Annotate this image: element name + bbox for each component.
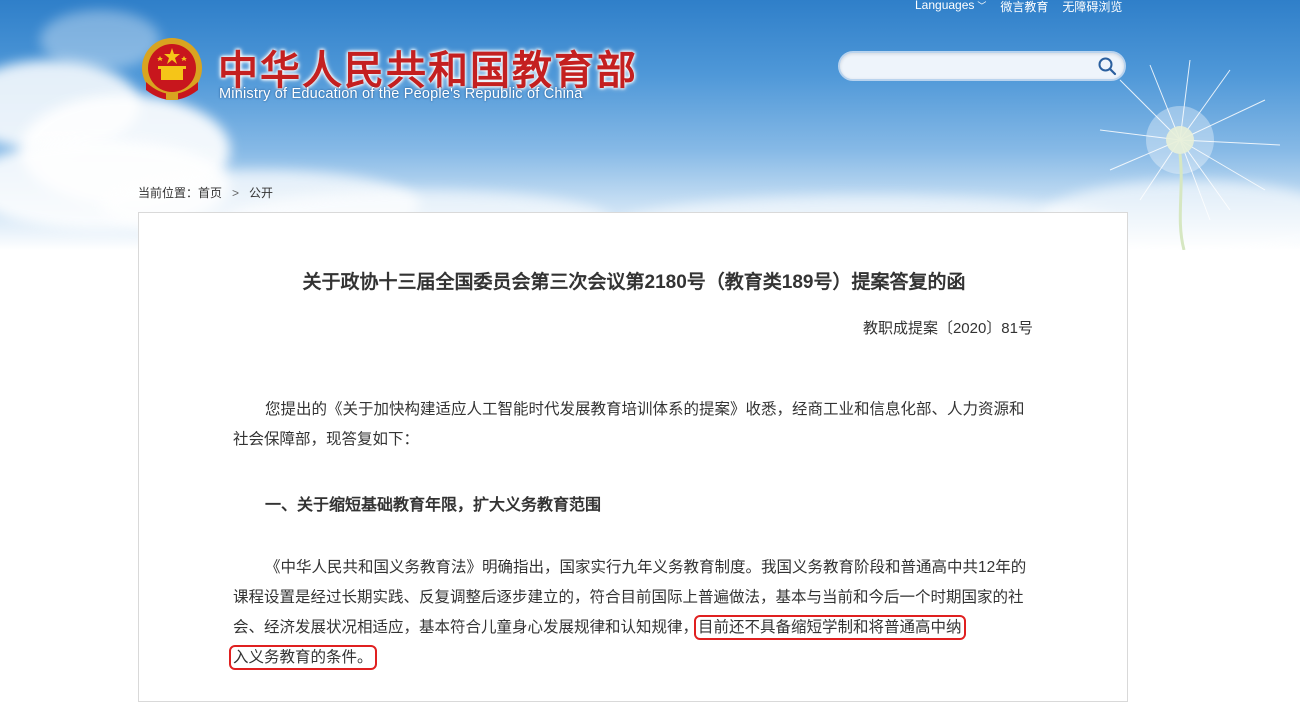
chevron-down-icon: ﹀ bbox=[977, 1, 987, 11]
top-links: Languages ﹀ 微言教育 无障碍浏览 bbox=[915, 0, 1122, 14]
search-input[interactable] bbox=[854, 57, 1098, 79]
section-heading-1: 一、关于缩短基础教育年限，扩大义务教育范围 bbox=[265, 497, 602, 514]
highlighted-text-2: 入义务教育的条件。 bbox=[229, 645, 377, 670]
breadcrumb-separator: > bbox=[232, 186, 240, 200]
article-panel: 关于政协十三届全国委员会第三次会议第2180号（教育类189号）提案答复的函 教… bbox=[138, 212, 1128, 702]
weibo-link[interactable]: 微言教育 bbox=[1000, 0, 1048, 14]
search-box bbox=[838, 51, 1126, 81]
search-icon[interactable] bbox=[1097, 56, 1117, 76]
accessibility-link[interactable]: 无障碍浏览 bbox=[1062, 0, 1122, 14]
article-paragraph-2: 《中华人民共和国义务教育法》明确指出，国家实行九年义务教育制度。我国义务教育阶段… bbox=[229, 553, 1035, 673]
site-subtitle: Ministry of Education of the People's Re… bbox=[219, 86, 583, 102]
languages-link[interactable]: Languages ﹀ bbox=[915, 0, 986, 14]
breadcrumb-public[interactable]: 公开 bbox=[249, 186, 273, 200]
document-number: 教职成提案〔2020〕81号 bbox=[862, 320, 1033, 337]
breadcrumb-prefix: 当前位置： bbox=[138, 186, 199, 200]
breadcrumb-home[interactable]: 首页 bbox=[198, 186, 222, 200]
national-emblem-icon bbox=[142, 38, 202, 100]
article-title: 关于政协十三届全国委员会第三次会议第2180号（教育类189号）提案答复的函 bbox=[302, 272, 966, 293]
breadcrumb: 当前位置：首页 > 公开 bbox=[138, 184, 273, 201]
article-paragraph-1: 您提出的《关于加快构建适应人工智能时代发展教育培训体系的提案》收悉，经商工业和信… bbox=[233, 401, 1025, 448]
languages-label: Languages bbox=[915, 0, 975, 12]
highlighted-text-1: 目前还不具备缩短学制和将普通高中纳 bbox=[694, 615, 966, 640]
